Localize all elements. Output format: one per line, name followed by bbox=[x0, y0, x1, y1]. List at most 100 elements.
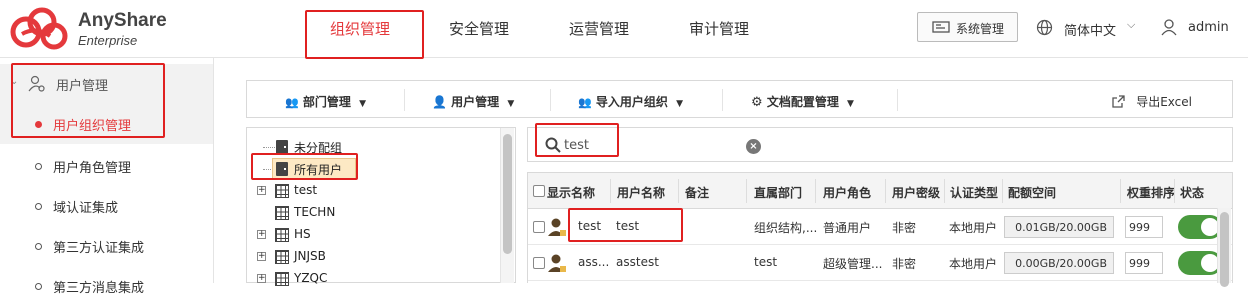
column-header[interactable]: 权重排序 bbox=[1127, 173, 1175, 209]
tree-node-test[interactable]: + test bbox=[247, 180, 497, 202]
column-header[interactable]: 备注 bbox=[685, 173, 709, 209]
table-scroll-thumb[interactable] bbox=[1220, 212, 1229, 287]
org-tree: 未分配组 所有用户 + test TECHN + HS + JNJSB + YZ… bbox=[246, 127, 516, 286]
column-divider bbox=[1002, 179, 1003, 203]
table-row[interactable]: test test 组织结构,... 普通用户 非密 本地用户 0.01GB/2… bbox=[528, 209, 1232, 245]
select-all-checkbox[interactable] bbox=[533, 185, 545, 197]
row-checkbox[interactable] bbox=[533, 221, 545, 233]
import-users-button[interactable]: 👥 导入用户组织 ▼ bbox=[578, 81, 683, 119]
system-management-button[interactable]: 系统管理 bbox=[917, 12, 1018, 42]
role-cell: 超级管理... bbox=[823, 257, 883, 271]
expand-icon[interactable]: + bbox=[257, 274, 266, 283]
tree-node-yzqc[interactable]: + YZQC bbox=[247, 268, 497, 290]
user-management-button[interactable]: 👤 用户管理 ▼ bbox=[432, 81, 514, 119]
tree-node-hs[interactable]: + HS bbox=[247, 224, 497, 246]
tree-node-label: JNJSB bbox=[294, 249, 326, 263]
expand-icon[interactable]: + bbox=[257, 230, 266, 239]
column-header[interactable]: 认证类型 bbox=[950, 173, 998, 209]
bullet-icon bbox=[35, 283, 42, 290]
sidebar-item-label: 第三方消息集成 bbox=[53, 281, 145, 296]
tree-connector bbox=[263, 147, 275, 148]
expand-icon[interactable]: + bbox=[257, 186, 266, 195]
auth-type-cell: 本地用户 bbox=[949, 221, 998, 235]
toolbar-divider bbox=[897, 89, 898, 111]
grid-icon bbox=[275, 272, 289, 286]
dept-management-button[interactable]: 👥 部门管理 ▼ bbox=[285, 81, 366, 119]
language-selector[interactable]: 简体中文 ⌵ bbox=[1036, 18, 1140, 40]
column-divider bbox=[678, 179, 679, 203]
column-header[interactable]: 用户名称 bbox=[617, 173, 665, 209]
user-management-label: 用户管理 bbox=[451, 95, 500, 109]
user-settings-icon bbox=[28, 75, 45, 92]
tree-node-unassigned[interactable]: 未分配组 bbox=[247, 136, 497, 158]
column-divider bbox=[815, 179, 816, 203]
table-row[interactable]: ass... asstest test 超级管理... 非密 本地用户 0.00… bbox=[528, 245, 1232, 281]
column-header[interactable]: 状态 bbox=[1180, 173, 1204, 209]
sidebar-item-user-org[interactable]: 用户组织管理 bbox=[0, 104, 213, 144]
tree-scroll-thumb[interactable] bbox=[503, 134, 512, 254]
search-icon bbox=[545, 137, 561, 153]
column-header[interactable]: 用户角色 bbox=[823, 173, 871, 209]
tab-security-management[interactable]: 安全管理 bbox=[449, 18, 509, 39]
sidebar-group-user-management[interactable]: ⌄ 用户管理 bbox=[0, 64, 213, 104]
level-cell: 非密 bbox=[892, 221, 917, 235]
toolbar-divider bbox=[722, 89, 723, 111]
status-toggle[interactable] bbox=[1178, 215, 1222, 239]
row-checkbox[interactable] bbox=[533, 257, 545, 269]
column-header[interactable]: 配额空间 bbox=[1008, 173, 1056, 209]
user-icon: 👤 bbox=[432, 95, 447, 109]
users-icon: 👥 bbox=[285, 96, 299, 109]
user-avatar-icon bbox=[548, 218, 566, 236]
sidebar-item-user-role[interactable]: 用户角色管理 bbox=[0, 146, 213, 186]
caret-down-icon: ▼ bbox=[507, 99, 515, 109]
grid-icon bbox=[275, 184, 289, 198]
search-input[interactable] bbox=[564, 134, 744, 156]
tree-node-label: TECHN bbox=[294, 205, 336, 219]
tab-operation-management[interactable]: 运营管理 bbox=[569, 18, 629, 39]
grid-icon bbox=[275, 206, 289, 220]
bullet-icon bbox=[35, 163, 42, 170]
tree-node-label: HS bbox=[294, 227, 311, 241]
column-header[interactable]: 用户密级 bbox=[892, 173, 940, 209]
column-divider bbox=[1120, 179, 1121, 203]
monitor-icon bbox=[932, 21, 950, 33]
status-toggle[interactable] bbox=[1178, 251, 1222, 275]
toolbar: 👥 部门管理 ▼ 👤 用户管理 ▼ 👥 导入用户组织 ▼ ⚙ 文档配置管理 ▼ … bbox=[246, 80, 1233, 118]
expand-icon[interactable]: + bbox=[257, 252, 266, 261]
tree-node-jnjsb[interactable]: + JNJSB bbox=[247, 246, 497, 268]
sidebar: ⌄ 用户管理 用户组织管理 用户角色管理 域认证集成 第三方认证集成 第三方消息… bbox=[0, 58, 214, 296]
user-menu[interactable]: admin bbox=[1160, 17, 1246, 41]
sidebar-group-label: 用户管理 bbox=[56, 79, 109, 94]
tree-node-techn[interactable]: TECHN bbox=[247, 202, 497, 224]
column-header[interactable]: 直属部门 bbox=[754, 173, 802, 209]
door-icon bbox=[276, 162, 288, 176]
column-header[interactable]: 显示名称 bbox=[547, 173, 595, 209]
level-cell: 非密 bbox=[892, 257, 917, 271]
table-scrollbar[interactable] bbox=[1217, 208, 1231, 287]
quota-field[interactable]: 0.00GB/20.00GB bbox=[1004, 252, 1114, 274]
tab-audit-management[interactable]: 审计管理 bbox=[689, 18, 749, 39]
user-add-icon: 👥 bbox=[578, 96, 592, 109]
language-label: 简体中文 bbox=[1064, 24, 1117, 39]
tree-node-all-users[interactable]: 所有用户 bbox=[247, 158, 497, 180]
system-management-label: 系统管理 bbox=[956, 22, 1005, 36]
column-divider bbox=[944, 179, 945, 203]
doc-config-button[interactable]: ⚙ 文档配置管理 ▼ bbox=[751, 81, 854, 119]
priority-input[interactable]: 999 bbox=[1125, 252, 1163, 274]
sidebar-item-domain-auth[interactable]: 域认证集成 bbox=[0, 186, 213, 226]
sidebar-item-third-party-message[interactable]: 第三方消息集成 bbox=[0, 266, 213, 306]
quota-field[interactable]: 0.01GB/20.00GB bbox=[1004, 216, 1114, 238]
priority-input[interactable]: 999 bbox=[1125, 216, 1163, 238]
tree-scrollbar[interactable] bbox=[500, 128, 514, 283]
column-divider bbox=[885, 179, 886, 203]
grid-icon bbox=[275, 250, 289, 264]
username-cell: test bbox=[616, 219, 640, 233]
export-excel-button[interactable]: 导出Excel bbox=[1111, 81, 1192, 119]
clear-search-icon[interactable]: × bbox=[746, 139, 761, 154]
sidebar-item-third-party-auth[interactable]: 第三方认证集成 bbox=[0, 226, 213, 266]
top-header: AnyShare Enterprise 组织管理 安全管理 运营管理 审计管理 … bbox=[0, 0, 1248, 58]
tab-org-management[interactable]: 组织管理 bbox=[330, 18, 390, 39]
user-icon bbox=[1161, 19, 1177, 36]
column-divider bbox=[746, 179, 747, 203]
caret-down-icon: ▼ bbox=[847, 99, 854, 109]
